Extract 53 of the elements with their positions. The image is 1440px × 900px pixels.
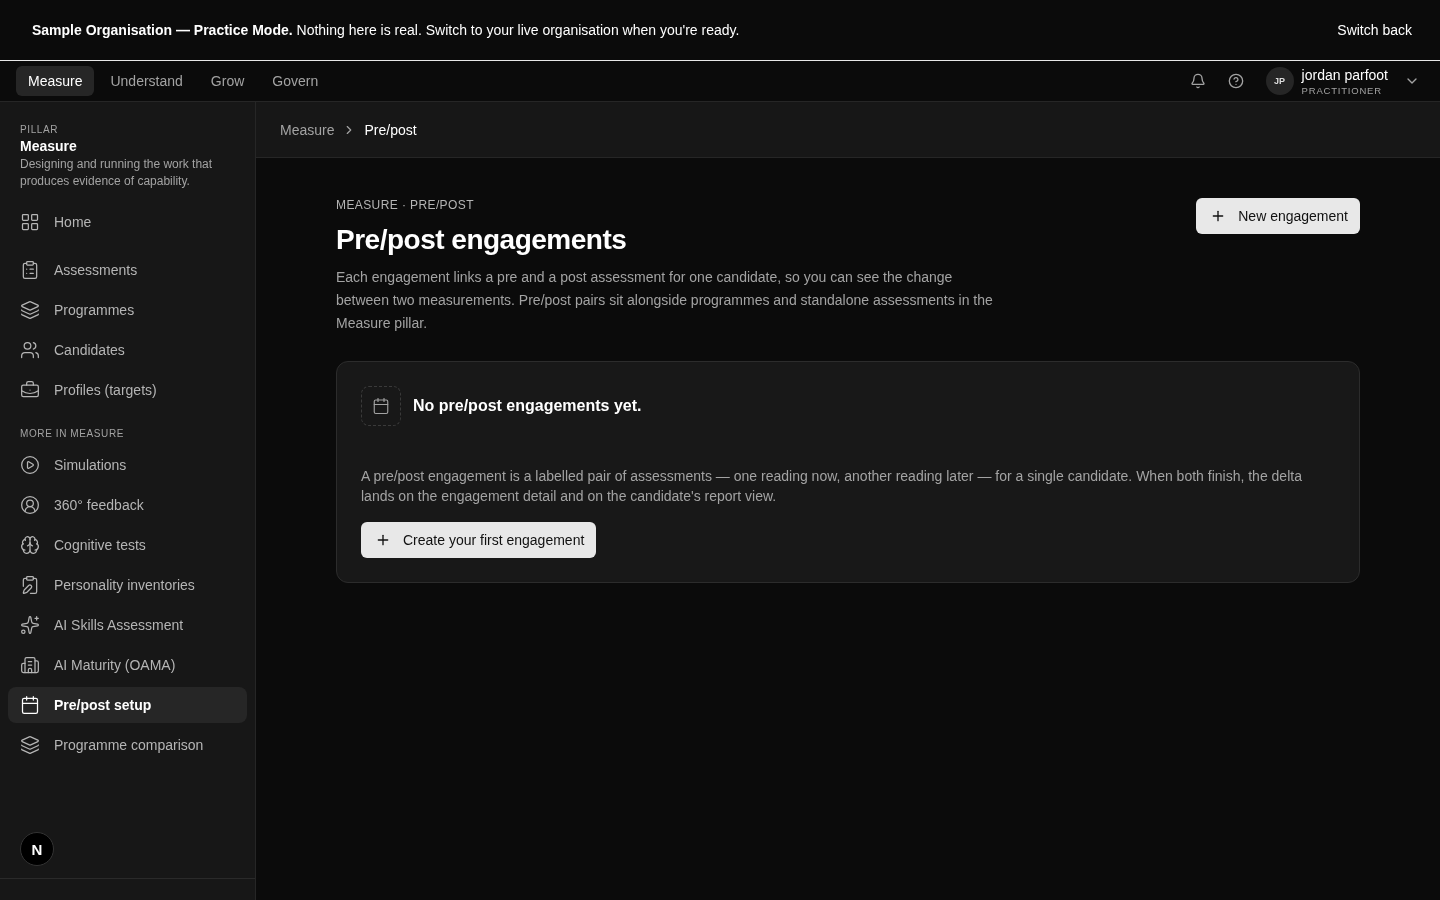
sidebar-item[interactable]: AI Skills Assessment (8, 607, 247, 643)
page-eyebrow: MEASURE · PRE/POST (336, 198, 475, 212)
sidebar-item[interactable]: Home (8, 204, 247, 240)
create-engagement-button[interactable]: Create your first engagement (361, 522, 597, 558)
sidebar-item[interactable]: Cognitive tests (8, 527, 247, 563)
grid-icon (20, 212, 40, 232)
section-label: PILLAR (19, 124, 60, 135)
help-icon[interactable] (1227, 73, 1244, 89)
bell-icon[interactable] (1189, 73, 1206, 89)
plus-icon (375, 532, 391, 548)
empty-state-text: A pre/post engagement is a labelled pair of assessments — one reading now, another reading later — for a single candidate. When both finish, the delta lands on the engagement detail and on the candidate's report view. (361, 467, 1303, 506)
users-icon (20, 340, 40, 360)
banner-message: Sample Organisation — Practice Mode. Nothing here is real. Switch to your live organisation when you're ready. (32, 22, 740, 38)
layers-icon (20, 300, 40, 320)
clipboard-icon (20, 260, 40, 280)
sparkle-icon (20, 615, 40, 635)
sidebar-item[interactable]: Simulations (8, 447, 247, 483)
app-badge[interactable]: N (20, 832, 54, 866)
user-name: jordan parfoot (1301, 66, 1388, 83)
user-role: PRACTITIONER (1301, 84, 1383, 96)
nav-tab[interactable]: Grow (198, 66, 257, 96)
sidebar-description: Designing and running the work that produces evidence of capability. (19, 156, 214, 190)
user-avatar[interactable]: JP (1265, 67, 1294, 95)
sidebar-item[interactable]: Programmes (8, 292, 247, 328)
nav-tab[interactable]: Govern (260, 66, 331, 96)
sidebar-item[interactable]: 360° feedback (8, 487, 247, 523)
sidebar-item[interactable]: Programme comparison (8, 727, 247, 763)
sidebar-item[interactable]: Pre/post setup (8, 687, 247, 723)
sidebar-item[interactable]: AI Maturity (OAMA) (8, 647, 247, 683)
calendar-icon (20, 695, 40, 715)
user-circle-icon (20, 495, 40, 515)
briefcase-icon (20, 380, 40, 400)
clipboard-pen-icon (20, 575, 40, 595)
nav-tab[interactable]: Measure (16, 66, 95, 96)
nav-tab[interactable]: Understand (98, 66, 195, 96)
switch-back-button[interactable]: Switch back (1337, 22, 1412, 38)
breadcrumb-link[interactable]: Measure (280, 121, 335, 138)
calendar-icon (361, 386, 401, 426)
brain-icon (20, 535, 40, 555)
sidebar-title: Measure (19, 137, 78, 156)
sidebar-item[interactable]: Profiles (targets) (8, 372, 247, 408)
section-label: MORE IN MEASURE (19, 428, 125, 439)
building-icon (20, 655, 40, 675)
layers-icon (20, 735, 40, 755)
sidebar-item[interactable]: Assessments (8, 252, 247, 288)
breadcrumb-link[interactable]: Pre/post (364, 121, 417, 138)
sidebar-item[interactable]: Candidates (8, 332, 247, 368)
page-title: Pre/post engagements (336, 224, 628, 256)
page-description: Each engagement links a pre and a post assessment for one candidate, so you can see the change between two measurements. Pre/post pairs sit alongside programmes and standalone assessments in the Measure pillar. (336, 268, 994, 333)
sidebar-item[interactable]: Personality inventories (8, 567, 247, 603)
empty-state-title: No pre/post engagements yet. (413, 397, 642, 415)
play-icon (20, 455, 40, 475)
new-engagement-button[interactable]: New engagement (1196, 198, 1360, 234)
